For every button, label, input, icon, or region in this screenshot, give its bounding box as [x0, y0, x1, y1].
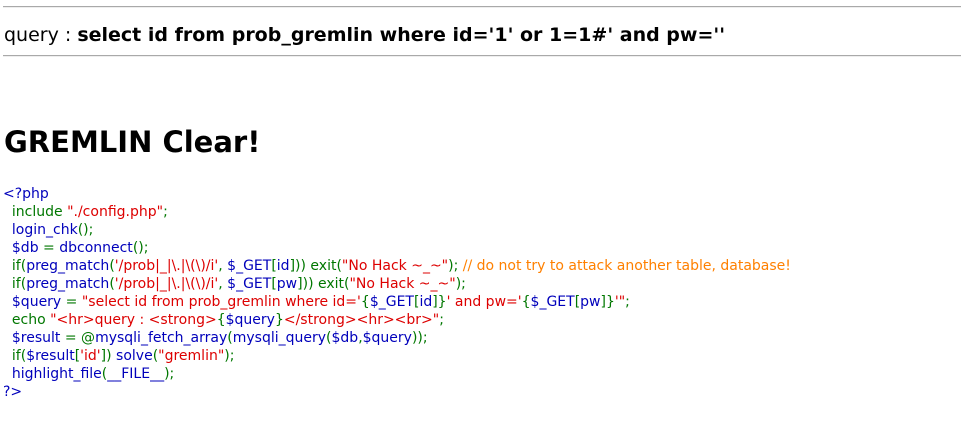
code-token: $query: [362, 330, 412, 346]
code-token: if(: [3, 348, 27, 364]
code-token: login_chk: [3, 222, 78, 238]
code-token: =: [43, 240, 60, 256]
code-line: if(preg_match('/prob|_|\.|\(\)/i', $_GET…: [3, 275, 791, 293]
code-token: );: [164, 366, 175, 382]
code-token: $_GET: [530, 294, 575, 310]
code-line: include "./config.php";: [3, 203, 791, 221]
code-token: pw: [276, 276, 298, 292]
code-token: ]}: [432, 294, 447, 310]
code-token: =: [65, 294, 82, 310]
code-token: solve: [116, 348, 153, 364]
php-source-code: <?php include "./config.php"; login_chk(…: [3, 185, 791, 401]
code-line: echo "<hr>query : <strong>{$query}</stro…: [3, 311, 791, 329]
code-token: $_GET: [227, 258, 272, 274]
code-token: $db: [3, 240, 44, 256]
code-line: highlight_file(__FILE__);: [3, 365, 791, 383]
code-token: ;: [439, 312, 444, 328]
code-token: "<hr>query : <strong>: [50, 312, 217, 328]
code-token: "No Hack ~_~": [341, 258, 449, 274]
code-token: "./config.php": [67, 204, 164, 220]
code-token: );: [224, 348, 235, 364]
code-line: $db = dbconnect();: [3, 239, 791, 257]
code-token: "No Hack ~_~": [349, 276, 456, 292]
clear-heading: GREMLIN Clear!: [4, 125, 261, 159]
query-label: query :: [4, 24, 78, 46]
code-token: __FILE__: [107, 366, 165, 382]
query-output: query : select id from prob_gremlin wher…: [4, 22, 725, 48]
code-token: include: [3, 204, 68, 220]
code-token: <?php: [3, 186, 49, 202]
code-token: ,: [218, 258, 228, 274]
code-line: <?php: [3, 185, 791, 203]
code-token: ])) exit(: [297, 276, 350, 292]
code-token: ' and pw=': [446, 294, 522, 310]
code-token: $db: [331, 330, 359, 346]
code-token: ?>: [3, 384, 23, 400]
code-token: ;: [625, 294, 630, 310]
code-token: $_GET: [227, 276, 272, 292]
code-token: preg_match: [26, 276, 110, 292]
code-token: id: [276, 258, 290, 274]
code-token: 'id': [80, 348, 101, 364]
code-token: mysqli_fetch_array: [95, 330, 228, 346]
code-line: $result = @mysqli_fetch_array(mysqli_que…: [3, 329, 791, 347]
code-token: '/prob|_|\.|\(\)/i': [114, 276, 219, 292]
code-token: $_GET: [369, 294, 414, 310]
code-token: );: [455, 276, 466, 292]
code-token: "select id from prob_gremlin where id=': [81, 294, 361, 310]
code-token: {: [521, 294, 531, 310]
code-line: login_chk();: [3, 221, 791, 239]
code-token: ));: [411, 330, 428, 346]
code-line: ?>: [3, 383, 791, 401]
code-token: ])) exit(: [289, 258, 342, 274]
code-token: echo: [3, 312, 51, 328]
code-token: id: [419, 294, 433, 310]
code-token: {: [360, 294, 370, 310]
code-token: '/prob|_|\.|\(\)/i': [114, 258, 219, 274]
code-line: if($result['id']) solve("gremlin");: [3, 347, 791, 365]
code-token: mysqli_query: [232, 330, 327, 346]
code-token: if(: [3, 258, 27, 274]
code-token: "gremlin": [158, 348, 225, 364]
code-token: $result: [3, 330, 65, 346]
code-token: preg_match: [26, 258, 110, 274]
code-token: $query: [225, 312, 275, 328]
code-token: dbconnect: [59, 240, 133, 256]
code-token: ,: [218, 276, 228, 292]
code-token: {: [216, 312, 226, 328]
code-token: ]}: [600, 294, 615, 310]
code-token: highlight_file: [3, 366, 102, 382]
code-token: }: [274, 312, 284, 328]
code-token: );: [448, 258, 463, 274]
code-token: pw: [580, 294, 601, 310]
code-line: if(preg_match('/prob|_|\.|\(\)/i', $_GET…: [3, 257, 791, 275]
query-text: select id from prob_gremlin where id='1'…: [77, 24, 726, 46]
code-token: '": [614, 294, 626, 310]
code-token: ();: [132, 240, 149, 256]
code-token: ;: [163, 204, 168, 220]
code-token: = @: [64, 330, 96, 346]
code-token: // do not try to attack another table, d…: [462, 258, 791, 274]
code-token: ();: [77, 222, 94, 238]
divider-top: [3, 6, 961, 8]
code-token: $result: [26, 348, 75, 364]
code-token: $query: [3, 294, 66, 310]
code-token: </strong><hr><br>": [283, 312, 440, 328]
divider-bottom: [3, 55, 961, 57]
code-token: ]): [100, 348, 117, 364]
code-token: if(: [3, 276, 27, 292]
code-line: $query = "select id from prob_gremlin wh…: [3, 293, 791, 311]
